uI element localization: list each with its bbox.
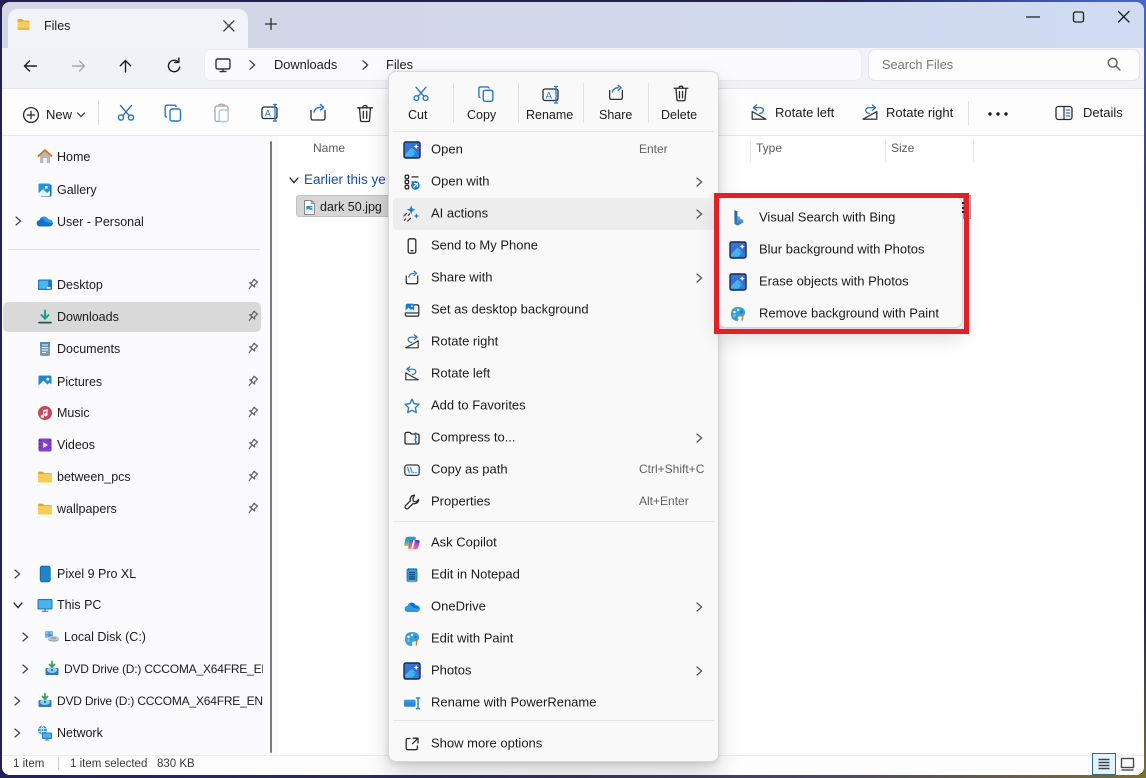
svg-text:A: A	[546, 90, 553, 101]
svg-text:A: A	[265, 108, 272, 119]
